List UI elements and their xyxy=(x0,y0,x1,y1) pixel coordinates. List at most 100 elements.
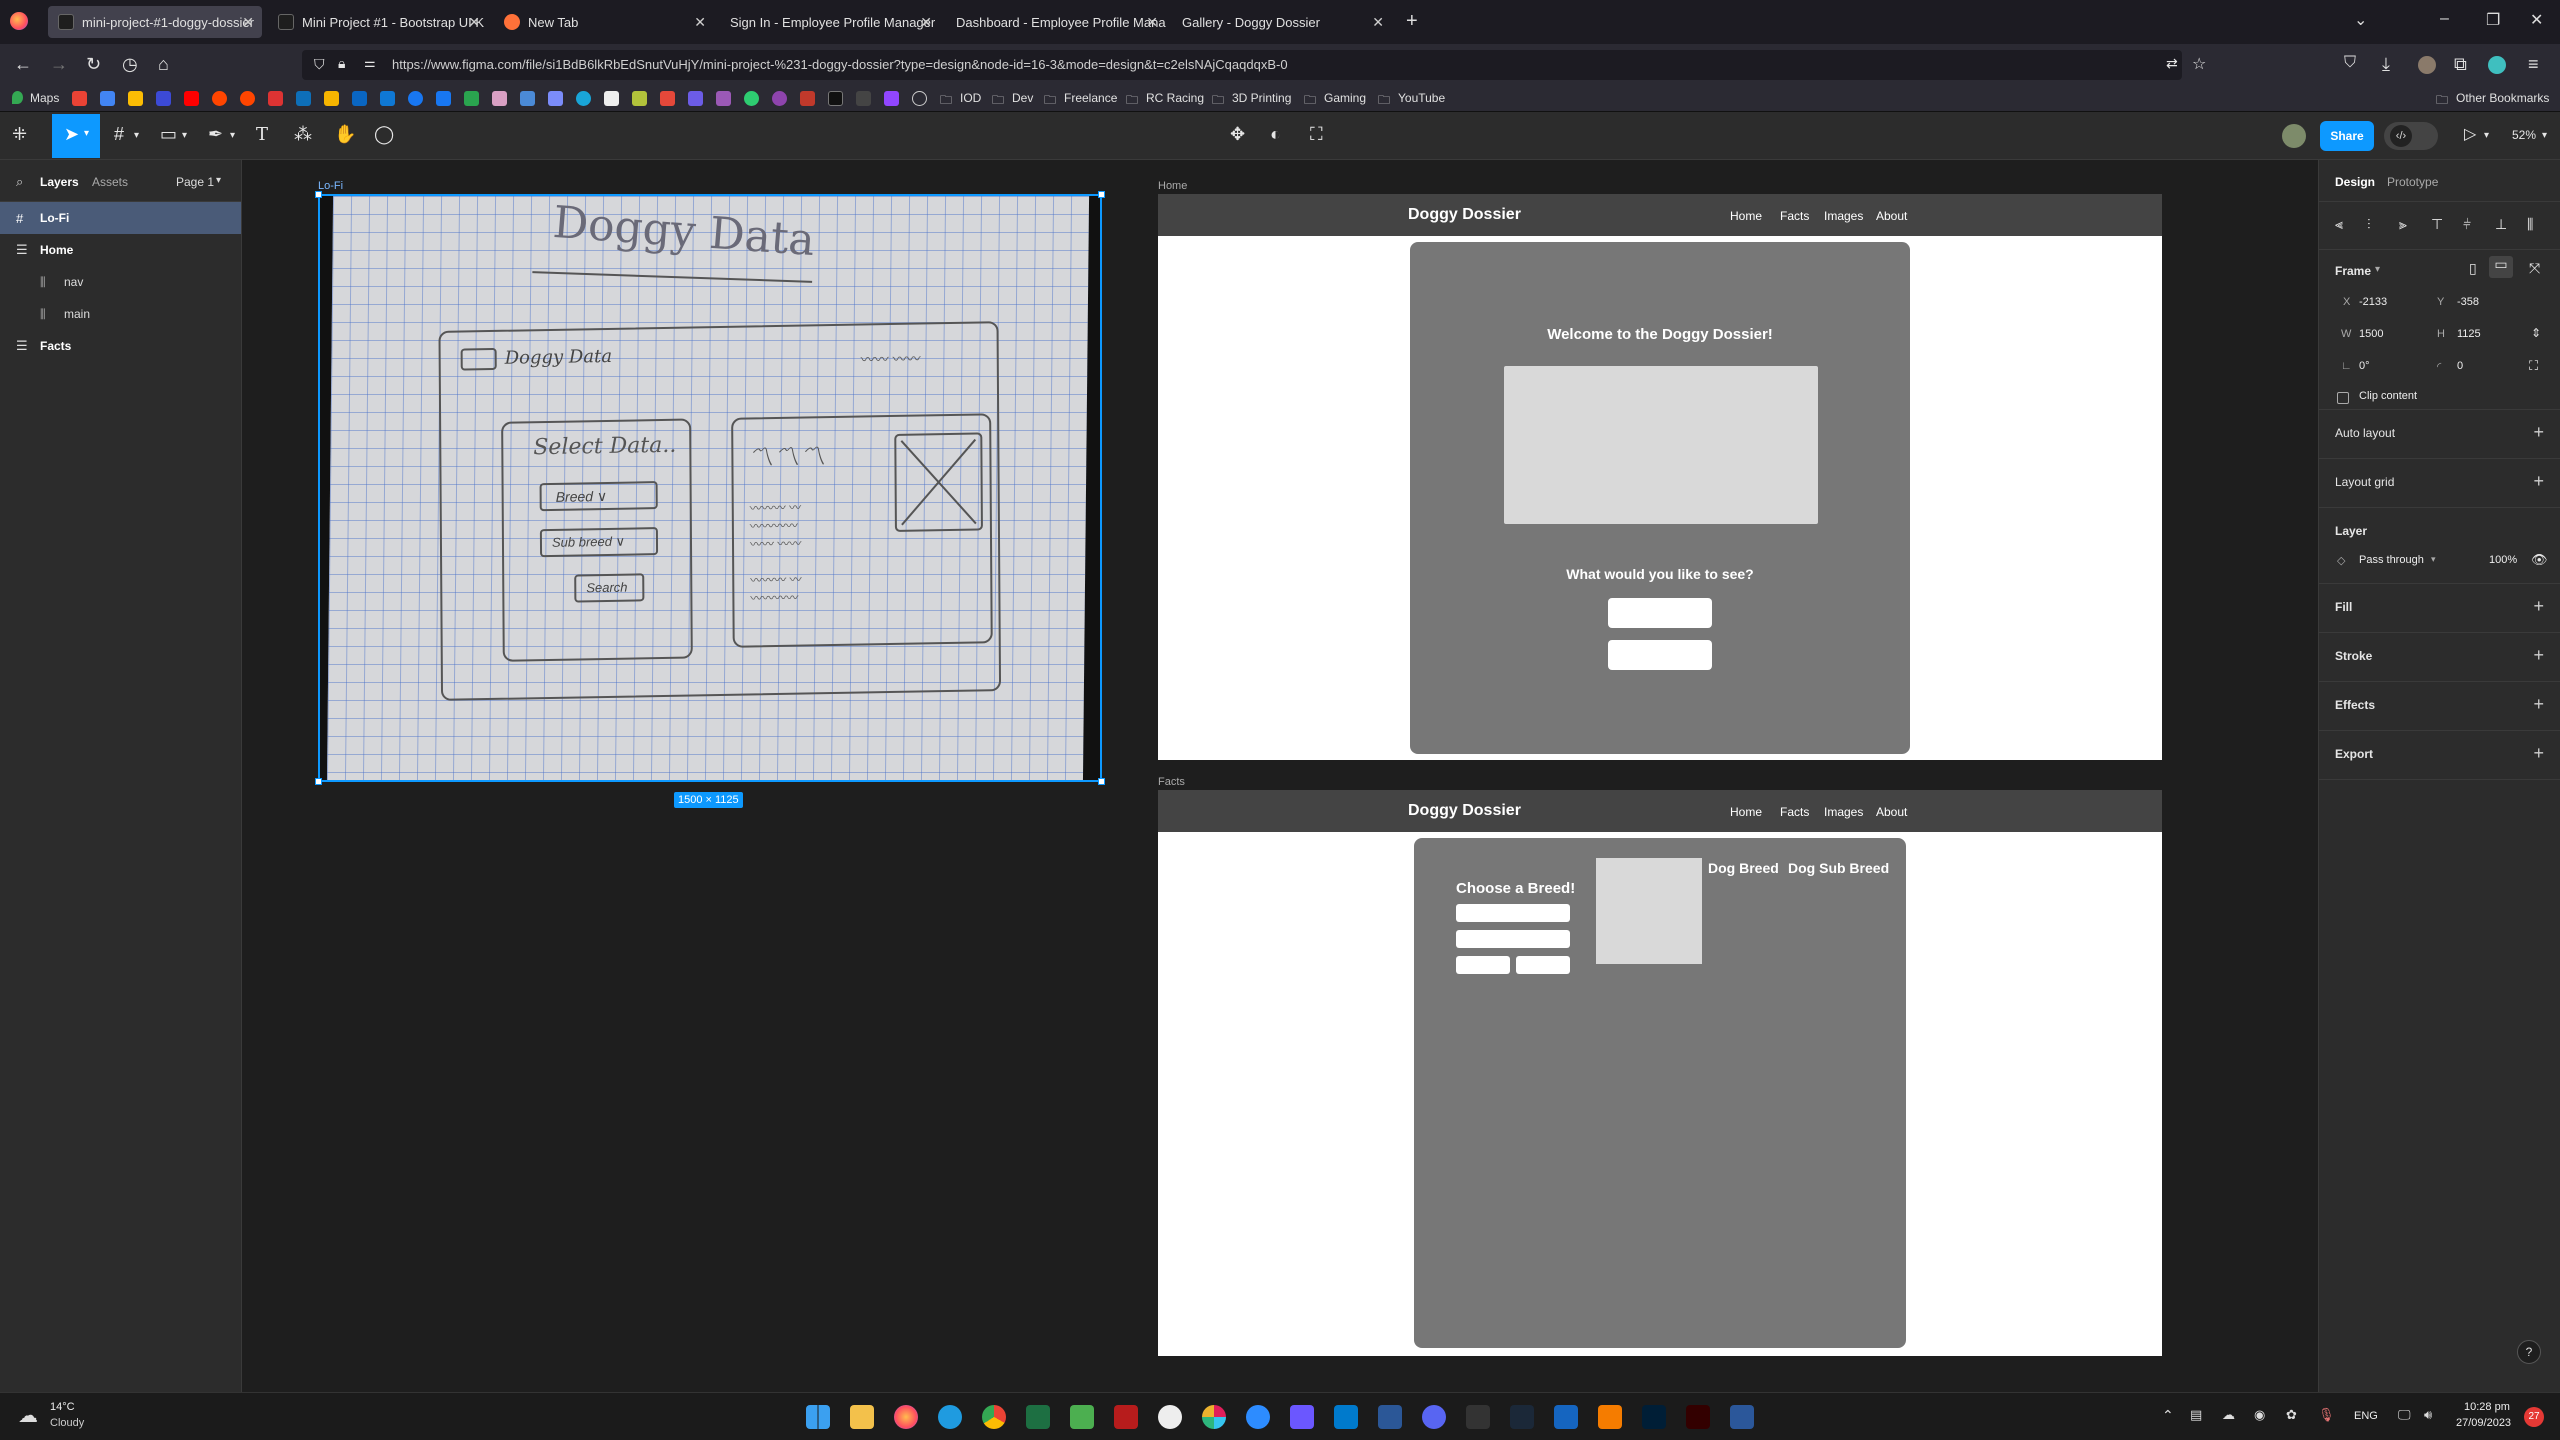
bookmark-maps[interactable]: Maps xyxy=(30,91,59,105)
calendar-icon[interactable] xyxy=(100,91,115,106)
bookmark-folder-3d-printing[interactable]: 3D Printing xyxy=(1232,91,1291,105)
bookmark-icon[interactable] xyxy=(464,91,479,106)
bookmark-folder-rc-racing[interactable]: RC Racing xyxy=(1146,91,1204,105)
hand-tool-icon[interactable]: ✋ xyxy=(334,124,356,145)
align-left-icon[interactable]: ⫷ xyxy=(2335,216,2343,233)
bookmark-icon[interactable] xyxy=(800,91,815,106)
other-bookmarks[interactable]: Other Bookmarks xyxy=(2456,91,2549,105)
layer-main[interactable]: ⫼ main xyxy=(0,298,241,330)
jetbrains-icon[interactable] xyxy=(1290,1405,1314,1429)
bookmark-icon[interactable] xyxy=(772,91,787,106)
layer-home[interactable]: ☰ Home xyxy=(0,234,241,266)
lofi-frame[interactable]: Doggy Data Doggy Data 〰〰 〰〰 Select Data.… xyxy=(318,194,1102,782)
slack-icon[interactable] xyxy=(1202,1405,1226,1429)
fit-icon[interactable]: ⤧ xyxy=(2529,260,2540,277)
chevron-down-icon[interactable]: ▾ xyxy=(230,130,235,141)
constrain-proportions-icon[interactable]: ⇕ xyxy=(2531,326,2541,340)
globe-icon[interactable] xyxy=(912,91,927,106)
move-tool[interactable]: ➤ ▾ xyxy=(52,114,100,158)
tab-prototype[interactable]: Prototype xyxy=(2387,175,2438,189)
back-icon[interactable]: ← xyxy=(14,54,32,75)
component-icon[interactable]: ✥ xyxy=(1230,124,1245,145)
text-tool-icon[interactable]: T xyxy=(256,124,268,145)
drive-icon[interactable] xyxy=(128,91,143,106)
tab-4[interactable]: Sign In - Employee Profile Manager ✕ xyxy=(720,6,940,38)
app-icon[interactable] xyxy=(1158,1405,1182,1429)
close-tab-icon[interactable]: ✕ xyxy=(1372,14,1384,31)
app-icon[interactable] xyxy=(1554,1405,1578,1429)
notepad-icon[interactable] xyxy=(1070,1405,1094,1429)
contrast-icon[interactable]: ◐ xyxy=(1270,124,1281,145)
clock-date[interactable]: 27/09/2023 xyxy=(2456,1417,2511,1429)
facebook-icon[interactable] xyxy=(408,91,423,106)
bookmark-icon[interactable] xyxy=(744,91,759,106)
onedrive-icon[interactable]: ☁ xyxy=(2222,1407,2235,1423)
edge-icon[interactable] xyxy=(938,1405,962,1429)
chevron-down-icon[interactable]: ▾ xyxy=(134,130,139,141)
reddit-icon[interactable] xyxy=(240,91,255,106)
add-stroke-icon[interactable]: + xyxy=(2533,645,2544,666)
bookmark-folder-youtube[interactable]: YouTube xyxy=(1398,91,1445,105)
restore-icon[interactable]: ❐ xyxy=(2486,10,2500,30)
present-icon[interactable]: ▷ xyxy=(2464,124,2476,144)
bookmark-icon[interactable] xyxy=(716,91,731,106)
forward-icon[interactable]: → xyxy=(50,54,68,75)
terminal-icon[interactable] xyxy=(1378,1405,1402,1429)
crop-icon[interactable]: ⛶ xyxy=(1310,124,1323,145)
translate-icon[interactable]: ⇄ xyxy=(2166,55,2178,72)
page-selector[interactable]: Page 1 xyxy=(176,175,214,189)
url-bar[interactable]: ⛉ 🔒︎ ⚌ https://www.figma.com/file/si1BdB… xyxy=(302,50,2206,80)
bookmark-icon[interactable] xyxy=(632,91,647,106)
resize-handle[interactable] xyxy=(1098,191,1105,198)
chevron-up-icon[interactable]: ⌃ xyxy=(2162,1407,2174,1424)
bookmark-icon[interactable] xyxy=(492,91,507,106)
frame-label-home[interactable]: Home xyxy=(1158,180,1187,192)
align-middle-icon[interactable]: ⫩ xyxy=(2463,216,2471,233)
bookmark-icon[interactable] xyxy=(324,91,339,106)
chevron-down-icon[interactable]: ▾ xyxy=(2375,264,2380,275)
distribute-icon[interactable]: ⫼ xyxy=(2527,216,2533,233)
pen-tool-icon[interactable]: ✒ xyxy=(208,124,223,145)
history-icon[interactable]: ◷ xyxy=(122,54,138,75)
h-input[interactable]: 1125 xyxy=(2457,328,2481,340)
bookmark-icon[interactable] xyxy=(828,91,843,106)
close-window-icon[interactable]: ✕ xyxy=(2530,10,2543,30)
portrait-icon[interactable]: ▯ xyxy=(2469,260,2477,277)
clip-content-checkbox[interactable] xyxy=(2337,392,2349,404)
add-auto-layout-icon[interactable]: + xyxy=(2533,422,2544,443)
close-tab-icon[interactable]: ✕ xyxy=(1146,14,1158,31)
extension-icon[interactable] xyxy=(2488,56,2506,74)
list-tabs-icon[interactable]: ⌄ xyxy=(2354,10,2367,30)
landscape-icon[interactable]: ▭ xyxy=(2489,256,2513,278)
chevron-down-icon[interactable]: ▾ xyxy=(2484,130,2489,141)
downloads-icon[interactable]: ⤓ xyxy=(2382,54,2390,75)
corner-radius-input[interactable]: 0 xyxy=(2457,360,2463,372)
new-tab-icon[interactable]: + xyxy=(1406,10,1418,33)
lock-icon[interactable]: 🔒︎ xyxy=(338,55,345,72)
bookmark-icon[interactable] xyxy=(856,91,871,106)
firefox-menu-icon[interactable] xyxy=(10,12,28,30)
w-input[interactable]: 1500 xyxy=(2359,328,2383,340)
bookmark-icon[interactable] xyxy=(660,91,675,106)
app-icon[interactable] xyxy=(1598,1405,1622,1429)
notification-badge[interactable]: 27 xyxy=(2524,1407,2544,1427)
tab-assets[interactable]: Assets xyxy=(92,175,128,189)
align-top-icon[interactable]: ⊤ xyxy=(2431,216,2443,233)
pocket-icon[interactable]: ⛉ xyxy=(2344,54,2356,72)
facts-frame[interactable]: Doggy Dossier Home Facts Images About Ch… xyxy=(1158,790,2162,1356)
align-bottom-icon[interactable]: ⊥ xyxy=(2495,216,2507,233)
help-button[interactable]: ? xyxy=(2517,1340,2541,1364)
bookmark-icon[interactable] xyxy=(688,91,703,106)
chevron-down-icon[interactable]: ▾ xyxy=(216,175,221,186)
bookmark-icon[interactable] xyxy=(548,91,563,106)
facebook-icon[interactable] xyxy=(436,91,451,106)
layer-lofi[interactable]: # Lo-Fi xyxy=(0,202,241,234)
minimize-icon[interactable]: – xyxy=(2440,10,2449,28)
independent-corners-icon[interactable]: ⛶ xyxy=(2529,358,2538,374)
photoshop-icon[interactable] xyxy=(1642,1405,1666,1429)
onedrive-icon[interactable] xyxy=(380,91,395,106)
x-input[interactable]: -2133 xyxy=(2359,296,2387,308)
share-button[interactable]: Share xyxy=(2320,121,2374,151)
add-export-icon[interactable]: + xyxy=(2533,743,2544,764)
microphone-icon[interactable]: 🎙︎ xyxy=(2318,1407,2335,1423)
